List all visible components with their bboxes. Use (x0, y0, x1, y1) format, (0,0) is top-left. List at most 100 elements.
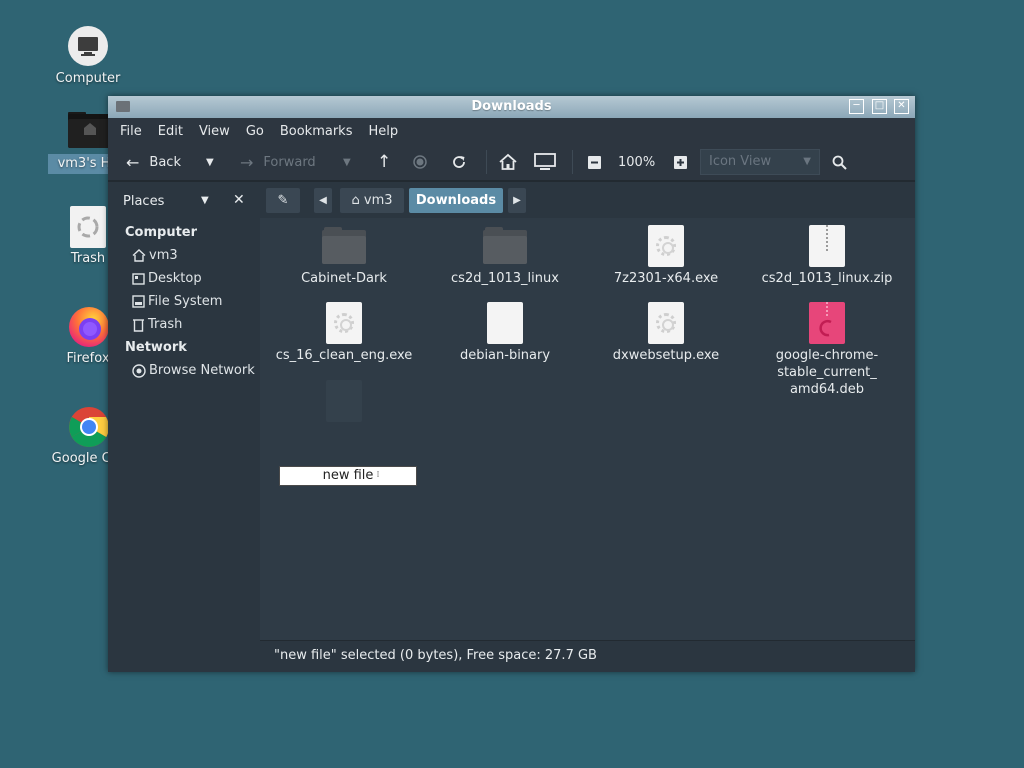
close-icon: ✕ (897, 100, 906, 111)
text-cursor-icon (377, 471, 379, 477)
file-item[interactable]: dxwebsetup.exe (586, 302, 746, 364)
places-dropdown-button[interactable]: ▼ (201, 195, 209, 206)
sidebar-item-browse-network[interactable]: Browse Network (132, 363, 255, 378)
rename-input-value: new file (322, 468, 374, 483)
desktop-icon-computer[interactable]: Computer (48, 26, 128, 88)
file-name-line: amd64.deb (789, 382, 865, 397)
zoom-in-button[interactable] (674, 144, 687, 180)
blank-file-icon (326, 380, 362, 422)
file-name-line: google-chrome- (775, 348, 879, 363)
desktop-icon (132, 272, 145, 285)
reload-button[interactable] (451, 144, 467, 180)
path-scroll-left-button[interactable]: ◀ (314, 188, 332, 213)
content-area: ✎ ◀ ⌂ vm3 Downloads ▶ Cabinet-Dark cs2d_… (260, 184, 915, 641)
path-segment-label: Downloads (415, 193, 497, 208)
menu-help[interactable]: Help (360, 124, 406, 139)
folder-icon (483, 227, 527, 264)
forward-history-dropdown[interactable]: ▼ (343, 144, 351, 180)
view-mode-value: Icon View (709, 154, 772, 169)
network-icon (132, 363, 146, 378)
path-segment-vm3[interactable]: ⌂ vm3 (340, 188, 404, 213)
trash-icon (133, 318, 144, 332)
file-item[interactable]: Cabinet-Dark (264, 227, 424, 287)
arrow-right-icon: → (240, 152, 254, 172)
chrome-icon (68, 406, 109, 447)
desktop-icon-label: Computer (55, 71, 121, 86)
menu-file[interactable]: File (112, 124, 150, 139)
stop-icon (413, 155, 427, 169)
search-button[interactable] (832, 144, 847, 180)
maximize-icon: □ (874, 100, 885, 111)
sidebar-item-label: Browse Network (149, 363, 255, 378)
toolbar-divider (108, 180, 915, 182)
sidebar: Places ▼ ✕ Computer vm3 Desktop File Sys… (108, 184, 260, 672)
executable-icon (648, 302, 684, 344)
back-button[interactable]: ← Back (126, 144, 181, 180)
places-label: Places (123, 194, 165, 209)
sidebar-item-label: vm3 (149, 248, 178, 263)
computer-icon (68, 26, 108, 66)
zip-archive-icon (809, 225, 845, 267)
file-name: google-chrome- stable_current_ amd64.deb (747, 347, 907, 398)
drive-icon (132, 295, 145, 308)
executable-icon (648, 225, 684, 267)
status-text: "new file" selected (0 bytes), Free spac… (274, 648, 597, 663)
folder-icon (322, 227, 366, 264)
sidebar-header: Places ▼ ✕ (108, 184, 260, 218)
computer-button[interactable] (534, 144, 556, 180)
file-name: Cabinet-Dark (301, 271, 387, 286)
menu-go[interactable]: Go (238, 124, 272, 139)
home-icon (132, 249, 146, 262)
path-segment-downloads[interactable]: Downloads (409, 188, 503, 213)
file-name-line: stable_current_ (777, 365, 877, 380)
zoom-out-button[interactable] (588, 144, 601, 180)
sidebar-section-network: Network (125, 340, 187, 355)
rename-input[interactable]: new file (279, 466, 417, 486)
sidebar-item-desktop[interactable]: Desktop (132, 271, 202, 286)
window-title: Downloads (471, 99, 552, 114)
back-history-dropdown[interactable]: ▼ (206, 144, 214, 180)
edit-location-button[interactable]: ✎ (266, 188, 300, 213)
minimize-button[interactable]: ─ (849, 99, 864, 114)
trash-icon (68, 206, 108, 248)
close-button[interactable]: ✕ (894, 99, 909, 114)
file-name: cs2d_1013_linux (451, 271, 559, 286)
blank-file-icon (487, 302, 523, 344)
sidebar-item-label: Desktop (148, 271, 202, 286)
file-name: 7z2301-x64.exe (613, 271, 719, 286)
zoom-out-icon (588, 155, 601, 169)
search-icon (832, 155, 847, 170)
menu-edit[interactable]: Edit (150, 124, 191, 139)
sidebar-item-label: Trash (148, 317, 183, 332)
close-sidebar-button[interactable]: ✕ (233, 192, 245, 208)
dropdown-arrow-icon: ▼ (201, 195, 209, 206)
title-bar[interactable]: Downloads ─ □ ✕ (108, 96, 915, 118)
path-bar: ✎ ◀ ⌂ vm3 Downloads ▶ (260, 184, 915, 218)
arrow-up-icon: ↑ (377, 152, 392, 172)
file-item-new-file[interactable] (264, 380, 424, 422)
up-button[interactable]: ↑ (377, 144, 391, 180)
stop-button[interactable] (413, 144, 427, 180)
file-item[interactable]: cs2d_1013_linux (425, 227, 585, 287)
sidebar-item-trash[interactable]: Trash (132, 317, 182, 332)
file-manager-window: Downloads ─ □ ✕ File Edit View Go Bookma… (108, 96, 915, 672)
file-item[interactable]: cs_16_clean_eng.exe (264, 302, 424, 364)
path-scroll-right-button[interactable]: ▶ (508, 188, 526, 213)
forward-button[interactable]: → Forward (240, 144, 316, 180)
file-item[interactable]: 7z2301-x64.exe (586, 225, 746, 287)
file-item[interactable]: cs2d_1013_linux.zip (747, 225, 907, 287)
zoom-level: 100% (618, 154, 656, 170)
file-item[interactable]: debian-binary (425, 302, 585, 364)
file-item[interactable]: google-chrome- stable_current_ amd64.deb (747, 302, 907, 398)
home-icon: ⌂ (351, 193, 360, 208)
menu-bookmarks[interactable]: Bookmarks (272, 124, 361, 139)
status-bar: "new file" selected (0 bytes), Free spac… (260, 640, 915, 672)
file-view[interactable]: Cabinet-Dark cs2d_1013_linux 7z2301-x64.… (260, 218, 915, 641)
sidebar-item-vm3[interactable]: vm3 (132, 248, 178, 263)
home-folder-icon (68, 110, 112, 150)
maximize-button[interactable]: □ (872, 99, 887, 114)
view-mode-select[interactable]: Icon View ▼ (700, 149, 820, 175)
menu-view[interactable]: View (191, 124, 238, 139)
home-button[interactable] (498, 144, 518, 180)
sidebar-item-file-system[interactable]: File System (132, 294, 222, 309)
